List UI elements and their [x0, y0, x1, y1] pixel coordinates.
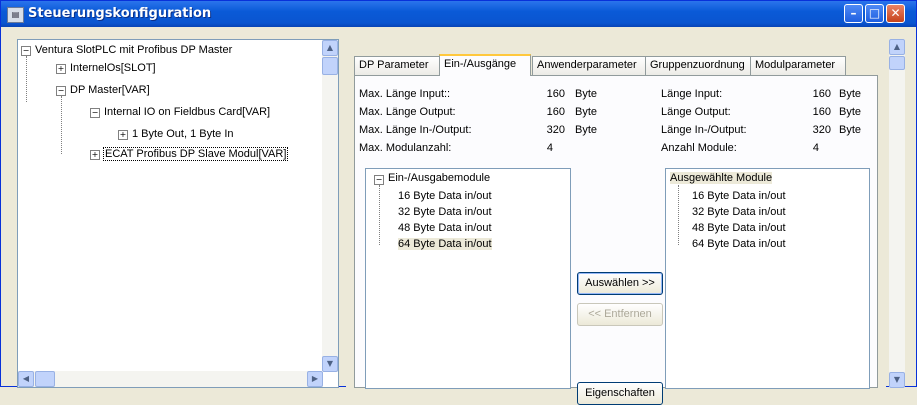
list-item[interactable]: 48 Byte Data in/out [398, 222, 492, 234]
current-value: 4 [812, 142, 819, 154]
module-group-label[interactable]: Ein-/Ausgabemodule [388, 172, 490, 184]
config-tree[interactable]: − Ventura SlotPLC mit Profibus DP Master… [17, 39, 339, 388]
current-label: Länge Input: [661, 88, 723, 100]
tree-expander-byte-io[interactable]: + [118, 130, 128, 140]
list-item[interactable]: 64 Byte Data in/out [692, 238, 786, 250]
tree-node-root[interactable]: Ventura SlotPLC mit Profibus DP Master [35, 44, 232, 56]
tree-node-internal-io[interactable]: Internal IO on Fieldbus Card[VAR] [104, 106, 270, 118]
limit-label: Max. Modulanzahl: [359, 142, 452, 154]
limit-label: Max. Länge In-/Output: [359, 124, 472, 136]
select-button[interactable]: Auswählen >> [577, 272, 663, 295]
app-icon: ▤ [7, 7, 24, 23]
current-value: 160 [812, 88, 831, 100]
tab-content: Max. Länge Input:: 160 Byte Max. Länge O… [354, 75, 878, 405]
properties-button[interactable]: Eigenschaften [577, 382, 663, 405]
list-item[interactable]: 48 Byte Data in/out [692, 222, 786, 234]
tree-guide [26, 56, 27, 102]
tree-horizontal-scrollbar[interactable]: ◀ ▶ [18, 371, 323, 387]
scroll-down-icon[interactable]: ▼ [322, 356, 338, 372]
hscroll-thumb[interactable] [35, 371, 55, 387]
current-label: Länge Output: [661, 106, 731, 118]
property-pane: DP Parameter Ein-/Ausgänge Anwenderparam… [346, 39, 886, 405]
list-item[interactable]: 32 Byte Data in/out [692, 206, 786, 218]
minimize-button[interactable]: – [844, 4, 863, 23]
tree-node-ecat[interactable]: ECAT Profibus DP Slave Modul[VAR] [103, 147, 289, 161]
current-label: Anzahl Module: [661, 142, 737, 154]
list-item[interactable]: 32 Byte Data in/out [398, 206, 492, 218]
tree-expander-ecat[interactable]: + [90, 150, 100, 160]
selected-modules-list[interactable]: Ausgewählte Module 16 Byte Data in/out 3… [665, 168, 870, 389]
tree-node-dp-master[interactable]: DP Master[VAR] [70, 84, 150, 96]
current-unit: Byte [839, 124, 862, 136]
current-value: 160 [812, 106, 831, 118]
tree-expander-internelos[interactable]: + [56, 64, 66, 74]
config-window: ▤ Steuerungskonfiguration – □ ✕ − Ventur… [0, 0, 917, 405]
list-item[interactable]: 16 Byte Data in/out [398, 190, 492, 202]
limit-label: Max. Länge Input:: [359, 88, 451, 100]
scroll-down-icon[interactable]: ▼ [889, 372, 905, 388]
tree-expander-dp-master[interactable]: − [56, 86, 66, 96]
tab-anwenderparameter[interactable]: Anwenderparameter [532, 56, 646, 75]
scroll-up-icon[interactable]: ▲ [889, 39, 905, 55]
tab-dp-parameter[interactable]: DP Parameter [354, 56, 440, 75]
tree-guide [61, 96, 62, 154]
limit-unit: Byte [575, 88, 598, 100]
remove-button[interactable]: << Entfernen [577, 303, 663, 326]
scroll-thumb[interactable] [889, 56, 905, 70]
tab-gruppenzuordnung[interactable]: Gruppenzuordnung [645, 56, 751, 75]
limit-label: Max. Länge Output: [359, 106, 456, 118]
tab-ein-ausgaenge[interactable]: Ein-/Ausgänge [439, 54, 531, 76]
tree-guide [678, 185, 679, 245]
window-title: Steuerungskonfiguration [28, 6, 212, 21]
list-item[interactable]: 16 Byte Data in/out [692, 190, 786, 202]
available-modules-list[interactable]: − Ein-/Ausgabemodule 16 Byte Data in/out… [365, 168, 571, 389]
group-expander[interactable]: − [374, 175, 384, 185]
tree-vertical-scrollbar[interactable]: ▲ ▼ [322, 40, 338, 372]
current-value: 320 [812, 124, 831, 136]
scroll-left-icon[interactable]: ◀ [18, 371, 34, 387]
tree-node-byte-io[interactable]: 1 Byte Out, 1 Byte In [132, 128, 234, 140]
tree-guide [379, 185, 380, 245]
limit-value: 4 [546, 142, 553, 154]
tree-node-internelos[interactable]: InternelOs[SLOT] [70, 62, 156, 74]
close-button[interactable]: ✕ [886, 4, 905, 23]
limit-value: 160 [546, 88, 565, 100]
scroll-right-icon[interactable]: ▶ [307, 371, 323, 387]
selected-modules-header[interactable]: Ausgewählte Module [670, 172, 773, 184]
limit-unit: Byte [575, 106, 598, 118]
scroll-up-icon[interactable]: ▲ [322, 40, 338, 56]
current-unit: Byte [839, 88, 862, 100]
list-item[interactable]: 64 Byte Data in/out [398, 238, 492, 250]
title-bar[interactable]: ▤ Steuerungskonfiguration – □ ✕ [1, 1, 916, 27]
current-unit: Byte [839, 106, 862, 118]
limit-value: 320 [546, 124, 565, 136]
limit-value: 160 [546, 106, 565, 118]
pane-vertical-scrollbar[interactable]: ▲ ▼ [889, 39, 905, 388]
limit-unit: Byte [575, 124, 598, 136]
tree-expander-root[interactable]: − [21, 46, 31, 56]
scroll-thumb[interactable] [322, 57, 338, 75]
tab-modulparameter[interactable]: Modulparameter [750, 56, 846, 75]
current-label: Länge In-/Output: [661, 124, 747, 136]
tree-expander-internal-io[interactable]: − [90, 108, 100, 118]
maximize-button[interactable]: □ [865, 4, 884, 23]
